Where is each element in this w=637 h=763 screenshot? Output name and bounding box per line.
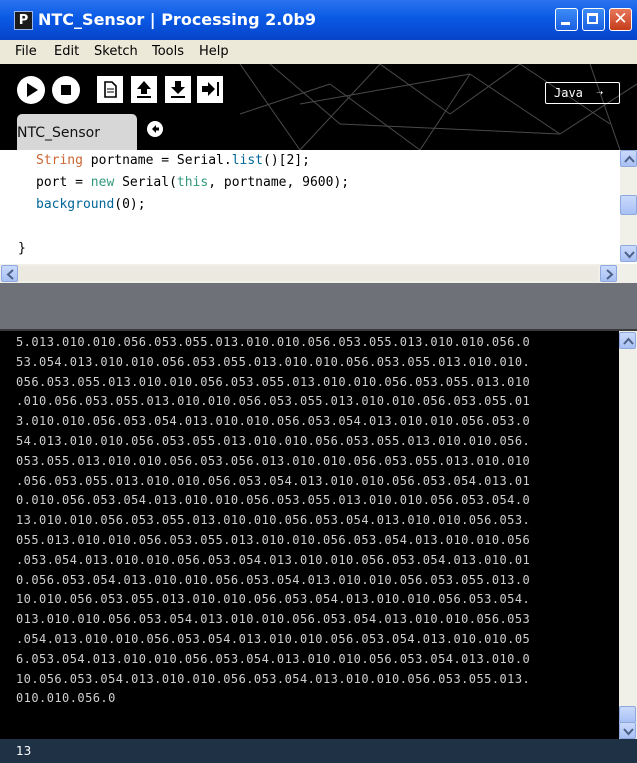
console-line: 056.053.055.013.010.010.056.053.055.013.… [16,374,531,389]
maximize-button[interactable] [582,8,605,31]
close-button[interactable]: ✕ [609,8,632,31]
console-line: 0.010.056.053.054.013.010.010.056.053.05… [16,493,531,508]
stop-icon [61,85,71,95]
console-line: 055.013.010.010.056.053.055.013.010.010.… [16,533,531,547]
menu-help[interactable]: Help [199,43,229,61]
scroll-up-button[interactable] [620,150,637,167]
code-token: } [18,241,26,256]
scroll-down-button[interactable] [620,245,637,262]
console-line: 54.013.010.010.056.053.055.013.010.010.0… [16,434,531,448]
message-area [0,283,637,331]
chevron-up-icon [623,337,634,345]
minimize-icon [561,22,570,25]
new-button[interactable] [97,76,123,103]
console-line: 10.010.056.053.055.013.010.010.056.053.0… [16,592,531,607]
console-line: 010.010.056.0 [16,691,116,706]
chevron-down-icon [623,728,634,736]
processing-app-icon: P [14,11,33,30]
console-scroll-up-button[interactable] [619,332,636,349]
console-line: 013.010.010.056.053.054.013.010.010.056.… [16,612,531,627]
menu-file[interactable]: File [15,43,37,61]
status-bar: 13 [0,739,637,763]
editor-vertical-scrollbar[interactable] [620,150,637,262]
console-line: 053.055.013.010.010.056.053.056.013.010.… [16,453,531,468]
menu-bar: File Edit Sketch Tools Help [0,40,637,64]
open-arrow-up-icon [137,81,151,98]
play-icon [27,83,38,97]
console-line: .054.013.010.010.056.053.054.013.010.010… [16,632,531,646]
stop-button[interactable] [52,76,80,104]
chevron-down-icon [624,251,635,259]
save-arrow-down-icon [171,81,185,98]
mode-selector[interactable]: Java ➝ [545,82,620,104]
console-line: 13.010.010.056.053.055.013.010.010.056.0… [16,513,531,528]
code-token: background [36,197,115,212]
console-scroll-down-button[interactable] [619,722,636,739]
code-token: port = [36,175,91,190]
export-arrow-right-icon [202,82,219,96]
console-line: 5.013.010.010.056.053.055.013.010.010.05… [16,335,531,349]
code-token: new [90,175,115,190]
code-token: , portname, 9600); [208,175,350,190]
menu-tools[interactable]: Tools [152,43,184,61]
save-button[interactable] [165,76,191,103]
scroll-left-button[interactable] [1,265,18,282]
code-token: list [231,153,263,168]
arrow-right-icon [152,125,159,133]
chevron-left-icon [6,269,14,280]
tab-label: NTC_Sensor [17,125,100,141]
mode-arrow-icon: ➝ [596,86,604,100]
window-title: NTC_Sensor | Processing 2.0b9 [38,10,317,29]
open-button[interactable] [131,76,157,103]
maximize-icon [587,13,598,24]
console-scroll-thumb[interactable] [619,706,636,723]
console-line: 6.053.054.013.010.010.056.053.054.013.01… [16,651,531,666]
code-token: Serial( [114,175,177,190]
console-output[interactable]: 5.013.010.010.056.053.055.013.010.010.05… [0,331,619,739]
horizontal-scroll-track[interactable] [18,266,598,281]
scroll-right-button[interactable] [600,265,617,282]
scroll-thumb[interactable] [620,195,637,215]
console-line: .010.056.053.055.013.010.010.056.053.055… [16,394,531,409]
toolbar: Java ➝ NTC_Sensor [0,64,637,150]
export-button[interactable] [197,76,223,103]
menu-sketch[interactable]: Sketch [94,43,138,61]
code-token: this [176,175,209,190]
code-token: portname = Serial. [82,153,232,168]
tab-menu-button[interactable] [147,121,163,137]
console-line: .053.054.013.010.010.056.053.054.013.010… [16,552,531,567]
chevron-right-icon [606,269,614,280]
code-line: } [18,240,26,257]
mode-label: Java [554,86,583,100]
code-token: String [36,153,83,168]
console-line: 53.054.013.010.010.056.053.055.013.010.0… [16,354,531,369]
code-token: (0); [114,197,146,212]
console-line: 3.010.010.056.053.054.013.010.010.056.05… [16,414,531,429]
title-bar[interactable]: P NTC_Sensor | Processing 2.0b9 ✕ [0,0,637,40]
code-token: ()[2]; [263,153,310,168]
code-editor[interactable]: String portname = Serial.list()[2]; port … [0,150,637,264]
editor-horizontal-scrollbar[interactable] [0,264,637,283]
console-vertical-scrollbar[interactable] [619,331,637,739]
close-icon: ✕ [613,9,628,29]
minimize-button[interactable] [555,8,578,31]
code-line: String portname = Serial.list()[2]; [36,152,310,169]
run-button[interactable] [17,76,45,104]
new-file-icon [104,81,117,98]
code-line: background(0); [36,196,146,213]
code-line: port = new Serial(this, portname, 9600); [36,174,349,191]
chevron-up-icon [624,155,635,163]
menu-edit[interactable]: Edit [54,43,79,61]
line-number: 13 [16,744,32,758]
console-line: .056.053.055.013.010.010.056.053.054.013… [16,473,531,488]
console-line: 10.056.053.054.013.010.010.056.053.054.0… [16,671,531,686]
console-line: 0.056.053.054.013.010.010.056.053.054.01… [16,572,531,587]
